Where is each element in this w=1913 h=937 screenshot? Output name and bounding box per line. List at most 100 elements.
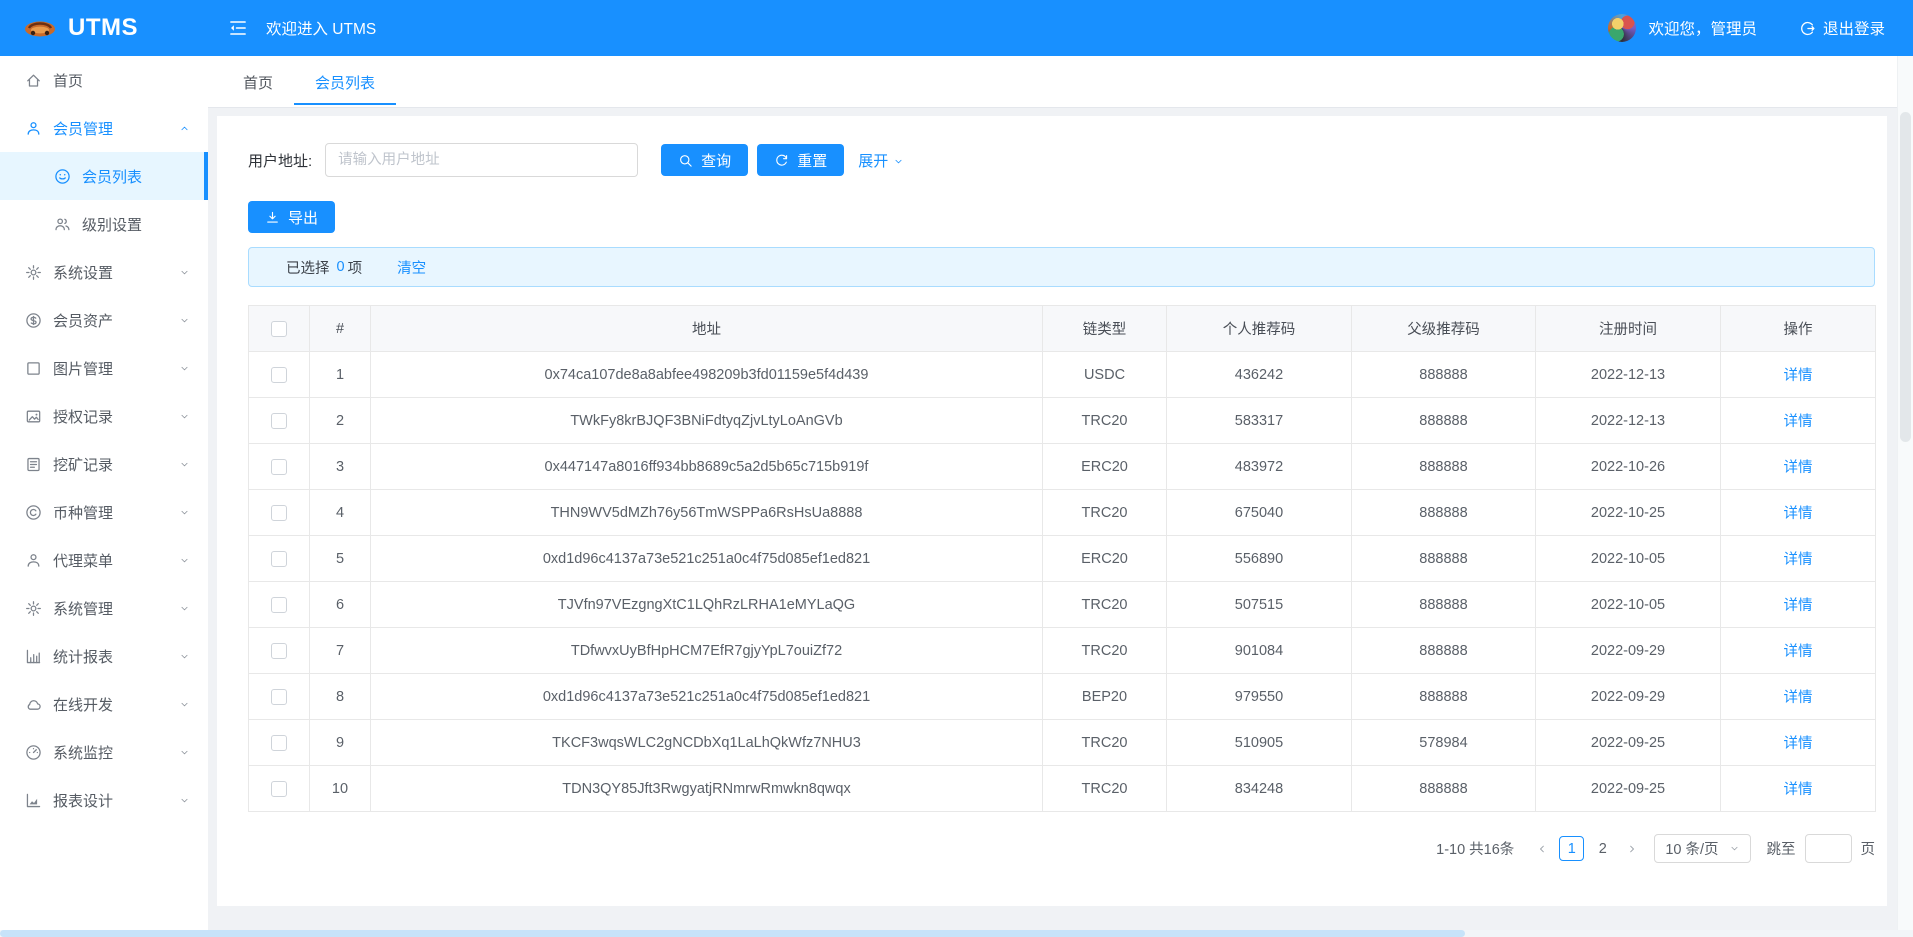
address-input[interactable] [325,143,638,177]
detail-link[interactable]: 详情 [1784,368,1813,384]
sidebar-item-member-list[interactable]: 会员列表 [0,152,208,200]
registered-cell: 2022-09-29 [1536,628,1721,674]
tab-home[interactable]: 首页 [222,62,294,102]
page-size-select[interactable]: 10 条/页 [1654,834,1750,863]
detail-link[interactable]: 详情 [1784,644,1813,660]
chevron-down-icon [179,363,190,374]
sidebar-item-mining-records[interactable]: 挖矿记录 [0,440,208,488]
row-checkbox[interactable] [271,643,287,659]
expand-link[interactable]: 展开 [858,150,904,171]
checkbox-cell [249,490,310,536]
row-checkbox[interactable] [271,505,287,521]
search-icon [678,153,693,168]
sidebar-item-label: 首页 [53,70,190,91]
reset-button[interactable]: 重置 [757,144,844,176]
smiley-icon [54,168,71,185]
row-checkbox[interactable] [271,551,287,567]
action-cell: 详情 [1721,674,1876,720]
vertical-scrollbar[interactable] [1897,56,1913,930]
logo-area: UTMS [0,14,208,42]
registered-cell: 2022-12-13 [1536,398,1721,444]
parent-code-cell: 888888 [1352,536,1536,582]
detail-link[interactable]: 详情 [1784,414,1813,430]
detail-link[interactable]: 详情 [1784,690,1813,706]
search-button[interactable]: 查询 [661,144,748,176]
horizontal-scrollbar[interactable] [0,930,1913,937]
sidebar-item-report-design[interactable]: 报表设计 [0,776,208,824]
personal-code-cell: 510905 [1167,720,1352,766]
column-header: 操作 [1721,306,1876,352]
registered-cell: 2022-10-26 [1536,444,1721,490]
sidebar-item-member-management[interactable]: 会员管理 [0,104,208,152]
index-cell: 4 [310,490,371,536]
page-button-1[interactable]: 1 [1559,836,1584,861]
selection-prefix: 已选择 [286,257,330,278]
sidebar-item-member-assets[interactable]: 会员资产 [0,296,208,344]
registered-cell: 2022-12-13 [1536,352,1721,398]
address-cell: TJVfn97VEzgngXtC1LQhRzLRHA1eMYLaQG [371,582,1043,628]
detail-link[interactable]: 详情 [1784,736,1813,752]
sidebar-item-image-management[interactable]: 图片管理 [0,344,208,392]
chain-cell: TRC20 [1043,628,1167,674]
detail-link[interactable]: 详情 [1784,552,1813,568]
sidebar-item-label: 挖矿记录 [53,454,179,475]
chevron-down-icon [179,603,190,614]
registered-cell: 2022-09-25 [1536,766,1721,812]
sidebar-item-statistics-reports[interactable]: 统计报表 [0,632,208,680]
row-checkbox[interactable] [271,367,287,383]
chain-cell: USDC [1043,352,1167,398]
detail-link[interactable]: 详情 [1784,460,1813,476]
sidebar-item-authorization-records[interactable]: 授权记录 [0,392,208,440]
logout-icon [1799,20,1816,37]
registered-cell: 2022-10-05 [1536,536,1721,582]
row-checkbox[interactable] [271,735,287,751]
table-header-row: #地址链类型个人推荐码父级推荐码注册时间操作 [249,306,1876,352]
sidebar-item-system-management[interactable]: 系统管理 [0,584,208,632]
action-cell: 详情 [1721,398,1876,444]
selection-count: 0 [337,259,345,275]
selection-suffix: 项 [348,257,363,278]
tab-member-list[interactable]: 会员列表 [294,62,396,102]
checkbox-cell [249,766,310,812]
chain-cell: BEP20 [1043,674,1167,720]
sidebar-item-currency-management[interactable]: 币种管理 [0,488,208,536]
index-cell: 10 [310,766,371,812]
jump-page-input[interactable] [1805,834,1852,863]
page-button-2[interactable]: 2 [1590,836,1615,861]
next-page-button[interactable] [1626,843,1638,855]
sidebar-item-label: 系统监控 [53,742,179,763]
sidebar-item-label: 会员管理 [53,118,179,139]
download-icon [265,210,280,225]
sidebar-item-online-development[interactable]: 在线开发 [0,680,208,728]
sidebar-item-system-settings[interactable]: 系统设置 [0,248,208,296]
sidebar-item-system-monitoring[interactable]: 系统监控 [0,728,208,776]
row-checkbox[interactable] [271,689,287,705]
avatar[interactable] [1608,14,1636,42]
detail-link[interactable]: 详情 [1784,782,1813,798]
sidebar-item-agent-menu[interactable]: 代理菜单 [0,536,208,584]
row-checkbox[interactable] [271,413,287,429]
detail-link[interactable]: 详情 [1784,598,1813,614]
clear-selection-link[interactable]: 清空 [397,257,426,278]
export-button[interactable]: 导出 [248,201,335,233]
address-cell: 0xd1d96c4137a73e521c251a0c4f75d085ef1ed8… [371,674,1043,720]
sidebar-item-level-settings[interactable]: 级别设置 [0,200,208,248]
sidebar-collapse-icon[interactable] [228,18,248,38]
personal-code-cell: 834248 [1167,766,1352,812]
index-cell: 3 [310,444,371,490]
prev-page-button[interactable] [1536,843,1548,855]
select-all-checkbox[interactable] [271,321,287,337]
row-checkbox[interactable] [271,597,287,613]
chain-cell: TRC20 [1043,398,1167,444]
sidebar-item-home[interactable]: 首页 [0,56,208,104]
index-cell: 1 [310,352,371,398]
logout-button[interactable]: 退出登录 [1799,17,1885,39]
row-checkbox[interactable] [271,459,287,475]
row-checkbox[interactable] [271,781,287,797]
detail-link[interactable]: 详情 [1784,506,1813,522]
parent-code-cell: 888888 [1352,674,1536,720]
address-cell: 0x447147a8016ff934bb8689c5a2d5b65c715b91… [371,444,1043,490]
area-chart-icon [25,792,42,809]
personal-code-cell: 436242 [1167,352,1352,398]
chevron-down-icon [179,507,190,518]
